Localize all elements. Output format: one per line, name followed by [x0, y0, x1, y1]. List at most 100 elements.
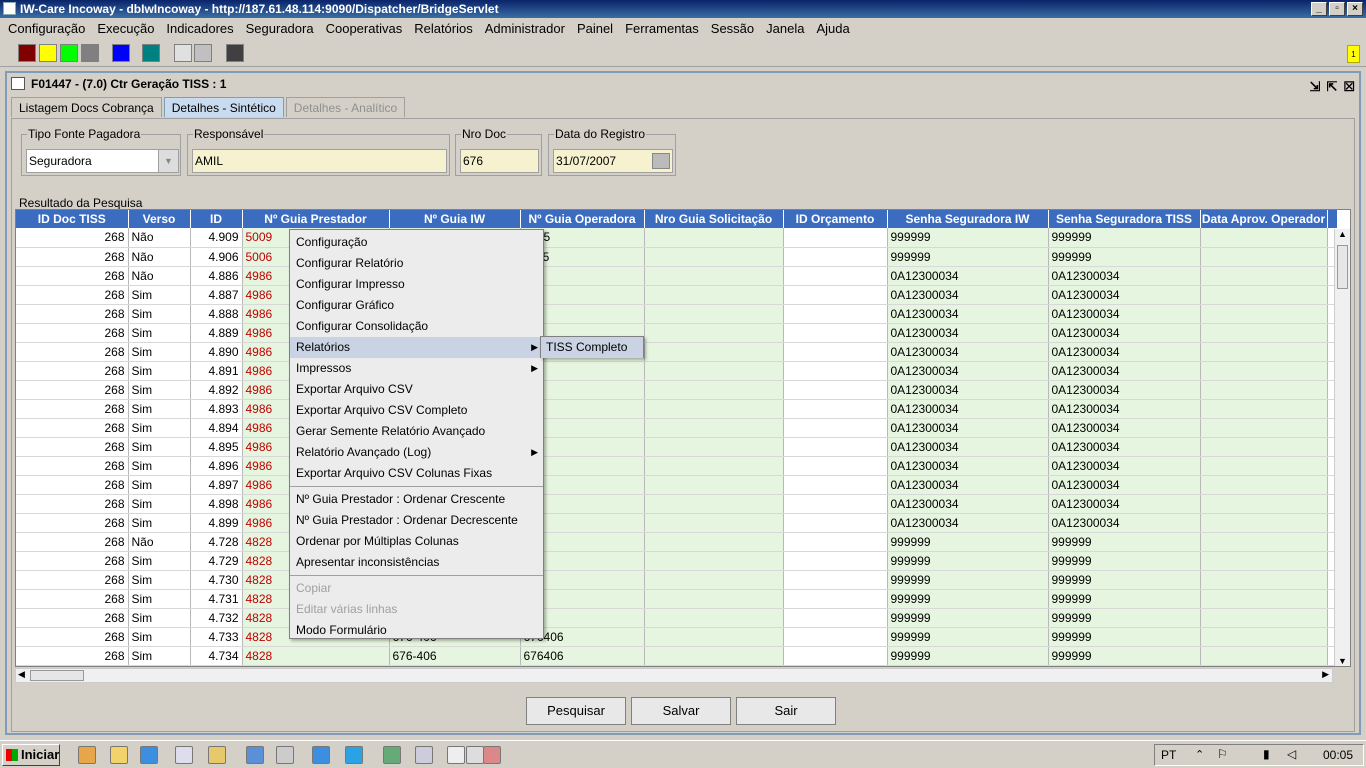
- table-cell[interactable]: Sim: [128, 475, 191, 495]
- clock[interactable]: 00:05: [1323, 745, 1353, 765]
- table-cell[interactable]: [783, 513, 888, 533]
- table-row[interactable]: 268Sim4.89249868980A123000340A12300034: [16, 380, 1337, 400]
- table-cell[interactable]: Sim: [128, 285, 191, 305]
- table-cell[interactable]: [783, 418, 888, 438]
- table-cell[interactable]: 268: [16, 399, 129, 419]
- table-cell[interactable]: 268: [16, 361, 129, 381]
- table-cell[interactable]: 268: [16, 228, 129, 248]
- table-cell[interactable]: [1200, 608, 1328, 628]
- table-cell[interactable]: 0A12300034: [887, 494, 1049, 514]
- table-cell[interactable]: Sim: [128, 437, 191, 457]
- table-cell[interactable]: [1200, 627, 1328, 647]
- table-cell[interactable]: [644, 285, 784, 305]
- table-cell[interactable]: [1200, 323, 1328, 343]
- window-titlebar[interactable]: IW-Care Incoway - dbIwIncoway - http://1…: [0, 0, 1366, 18]
- table-cell[interactable]: 268: [16, 646, 129, 666]
- menu-seguradora[interactable]: Seguradora: [240, 18, 320, 40]
- table-cell[interactable]: [644, 380, 784, 400]
- table-cell[interactable]: [1200, 437, 1328, 457]
- context-menu-item[interactable]: Configuração: [290, 232, 543, 253]
- table-cell[interactable]: 268: [16, 494, 129, 514]
- context-menu-item[interactable]: Ordenar por Múltiplas Colunas: [290, 531, 543, 552]
- table-cell[interactable]: 0A12300034: [1048, 513, 1201, 533]
- tray-expand-icon[interactable]: ⌃: [1195, 748, 1204, 761]
- table-cell[interactable]: 268: [16, 323, 129, 343]
- minimize-icon[interactable]: _: [1311, 2, 1327, 16]
- frame-maximize-icon[interactable]: ⇱: [1326, 76, 1337, 98]
- table-row[interactable]: 268Sim4.89349868980A123000340A12300034: [16, 399, 1337, 419]
- column-header[interactable]: Nº Guia Prestador: [242, 210, 390, 228]
- table-cell[interactable]: Sim: [128, 323, 191, 343]
- table-cell[interactable]: 0A12300034: [887, 380, 1049, 400]
- table-cell[interactable]: [783, 608, 888, 628]
- table-cell[interactable]: [1200, 380, 1328, 400]
- table-cell[interactable]: 0A12300034: [887, 266, 1049, 286]
- table-cell[interactable]: 4.890: [190, 342, 243, 362]
- nro-doc-field[interactable]: 676: [460, 149, 539, 173]
- table-cell[interactable]: 999999: [1048, 247, 1201, 267]
- table-row[interactable]: 268Sim4.89849868980A123000340A12300034: [16, 494, 1337, 514]
- table-row[interactable]: 268Sim4.88849868980A123000340A12300034: [16, 304, 1337, 324]
- document-icon[interactable]: [447, 746, 465, 764]
- table-cell[interactable]: 999999: [887, 551, 1049, 571]
- table-cell[interactable]: 676406: [520, 646, 645, 666]
- menu-ferramentas[interactable]: Ferramentas: [619, 18, 705, 40]
- table-cell[interactable]: [644, 551, 784, 571]
- menu-cooperativas[interactable]: Cooperativas: [320, 18, 409, 40]
- menu-relatorios[interactable]: Relatórios: [408, 18, 479, 40]
- tab-listagem-docs[interactable]: Listagem Docs Cobrança: [11, 97, 162, 117]
- table-cell[interactable]: Não: [128, 247, 191, 267]
- table-cell[interactable]: 4.891: [190, 361, 243, 381]
- table-cell[interactable]: [783, 532, 888, 552]
- table-cell[interactable]: 4.897: [190, 475, 243, 495]
- table-cell[interactable]: 999999: [887, 532, 1049, 552]
- pesquisar-button[interactable]: Pesquisar: [526, 697, 626, 725]
- context-menu-item[interactable]: Configurar Consolidação: [290, 316, 543, 337]
- table-cell[interactable]: Sim: [128, 513, 191, 533]
- chevron-down-icon[interactable]: ▼: [158, 150, 178, 172]
- table-cell[interactable]: [783, 437, 888, 457]
- app-taskbar-icon-6[interactable]: [415, 746, 433, 764]
- table-cell[interactable]: 268: [16, 380, 129, 400]
- tab-detalhes-sintetico[interactable]: Detalhes - Sintético: [163, 97, 284, 117]
- table-cell[interactable]: 999999: [1048, 551, 1201, 571]
- table-cell[interactable]: [783, 456, 888, 476]
- table-cell[interactable]: 999999: [1048, 570, 1201, 590]
- table-cell[interactable]: 4.896: [190, 456, 243, 476]
- data-registro-field[interactable]: 31/07/2007: [553, 149, 673, 173]
- calculator-icon[interactable]: [276, 746, 294, 764]
- table-cell[interactable]: [783, 323, 888, 343]
- table-cell[interactable]: [1200, 513, 1328, 533]
- table-cell[interactable]: 4.909: [190, 228, 243, 248]
- table-cell[interactable]: Sim: [128, 304, 191, 324]
- table-cell[interactable]: 0A12300034: [887, 342, 1049, 362]
- table-cell[interactable]: 4.892: [190, 380, 243, 400]
- context-menu-item[interactable]: Gerar Semente Relatório Avançado: [290, 421, 543, 442]
- table-cell[interactable]: Sim: [128, 380, 191, 400]
- table-cell[interactable]: Sim: [128, 361, 191, 381]
- table-cell[interactable]: 4.886: [190, 266, 243, 286]
- table-cell[interactable]: 0A12300034: [1048, 475, 1201, 495]
- table-cell[interactable]: [783, 551, 888, 571]
- table-cell[interactable]: 0A12300034: [887, 304, 1049, 324]
- table-row[interactable]: 268Sim4.7304828406999999999999: [16, 570, 1337, 590]
- table-cell[interactable]: Sim: [128, 551, 191, 571]
- app-taskbar-icon-3[interactable]: [208, 746, 226, 764]
- table-cell[interactable]: [644, 323, 784, 343]
- table-cell[interactable]: 999999: [887, 570, 1049, 590]
- table-cell[interactable]: 0A12300034: [1048, 323, 1201, 343]
- flag-icon[interactable]: ⚐: [1217, 747, 1228, 761]
- dark-square-icon[interactable]: [226, 44, 244, 62]
- scroll-down-icon[interactable]: ▼: [1335, 656, 1350, 666]
- table-cell[interactable]: [1200, 475, 1328, 495]
- color-swatch-green[interactable]: [60, 44, 78, 62]
- table-cell[interactable]: [1200, 646, 1328, 666]
- context-menu-item[interactable]: Apresentar inconsistências: [290, 552, 543, 573]
- table-cell[interactable]: 0A12300034: [1048, 380, 1201, 400]
- table-cell[interactable]: [783, 361, 888, 381]
- table-cell[interactable]: [644, 513, 784, 533]
- table-cell[interactable]: [644, 266, 784, 286]
- scroll-right-icon[interactable]: ▶: [1322, 669, 1329, 680]
- context-menu-item[interactable]: Nº Guia Prestador : Ordenar Crescente: [290, 489, 543, 510]
- table-cell[interactable]: [644, 532, 784, 552]
